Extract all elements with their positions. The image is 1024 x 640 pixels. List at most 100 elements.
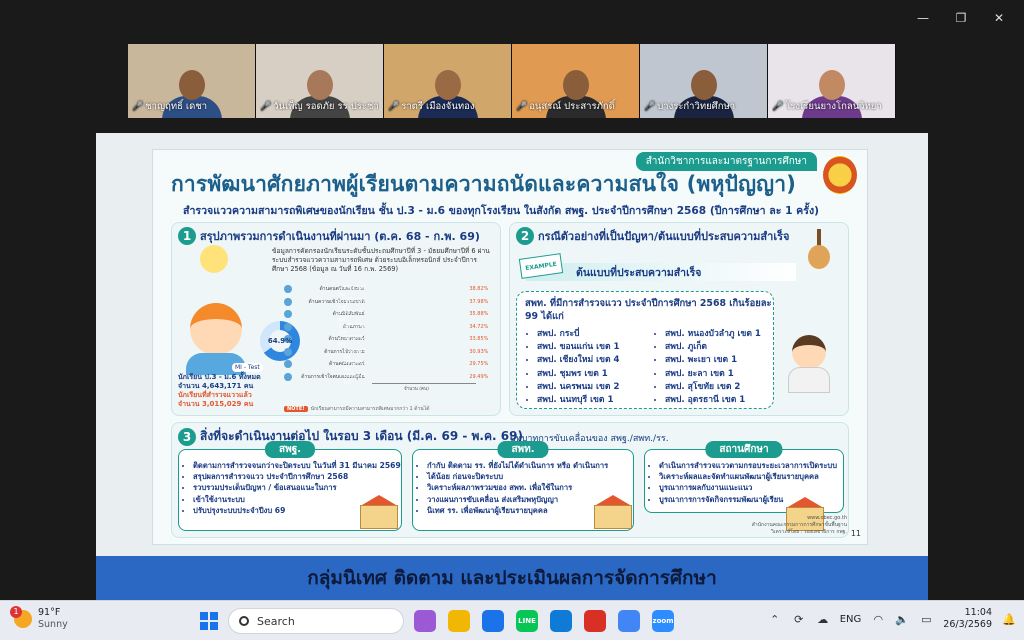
windows-start-icon[interactable]: [200, 612, 218, 630]
bar-percent: 33.85%: [469, 336, 489, 343]
student-illustration-icon: [784, 335, 834, 395]
zoom-icon[interactable]: zoom: [652, 610, 674, 632]
bar-percent: 30.93%: [469, 348, 489, 355]
participant-name: 🎤 โรงเรียนยางโกลนวิทยา: [772, 99, 891, 114]
battery-icon[interactable]: ▭: [919, 613, 933, 626]
search-icon: [239, 616, 249, 626]
intelligence-bar-chart: ด้านดนตรีและจังหวะ 1,170,349 คน 38.82% ด้าน…: [284, 283, 494, 392]
bar-value: 888,998 คน: [343, 372, 366, 386]
column-title: สถานศึกษา: [705, 441, 783, 458]
participant-tile[interactable]: 🎤 ราตรี เมืองจันทอง: [384, 44, 512, 118]
notification-bell-icon[interactable]: 🔔: [1002, 613, 1016, 626]
list-item: กำกับ ติดตาม รร. ที่ยังไม่ได้ดำเนินการ ห…: [427, 460, 608, 471]
bar-row: ด้านคณิตศาสตร์ 896,965 คน 29.75%: [284, 358, 494, 373]
search-box[interactable]: Search: [228, 608, 404, 634]
window-controls: — ❐ ✕: [904, 8, 1018, 28]
bar-row: ด้านมิติสัมพันธ์ 1,081,785 คน 35.88%: [284, 308, 494, 323]
mic-muted-icon: 🎤: [772, 101, 784, 112]
section-description: ข้อมูลการคัดกรองนักเรียนระดับชั้นประถมศึ…: [272, 247, 490, 273]
clock[interactable]: 11:04 26/3/2569: [943, 607, 992, 632]
chevron-up-icon[interactable]: ⌃: [768, 613, 782, 626]
maximize-button[interactable]: ❐: [942, 8, 980, 28]
mi-test-tag: MI - Test: [232, 363, 263, 372]
column-title: สพท.: [497, 441, 549, 458]
acrobat-icon[interactable]: [584, 610, 606, 632]
clock-time: 11:04: [964, 607, 992, 618]
list-item: สพป. สุโขทัย เขต 2: [665, 381, 761, 394]
bar-track: 888,998 คน: [343, 372, 467, 386]
section-title: สรุปภาพรวมการดำเนินงานที่ผ่านมา (ต.ค. 68…: [200, 230, 480, 243]
mic-muted-icon: 🎤: [132, 101, 144, 112]
bar-track: 1,170,349 คน: [338, 284, 467, 298]
list-item: สรุปผลการสำรวจแวว ประจำปีการศึกษา 2568: [193, 471, 401, 482]
surveyed-value: จำนวน 3,015,029 คน: [178, 400, 254, 409]
line-icon[interactable]: LINE: [516, 610, 538, 632]
list-item: สพป. ภูเก็ต: [665, 341, 761, 354]
list-item: สพป. หนองบัวลำภู เขต 1: [665, 328, 761, 341]
obec-emblem-icon: [823, 156, 857, 194]
category-icon: [284, 372, 292, 381]
language-indicator[interactable]: ENG: [840, 614, 862, 625]
weather-widget[interactable]: 1 91°F Sunny: [10, 605, 68, 631]
app-label: LINE: [518, 617, 536, 625]
sync-icon[interactable]: ⟳: [792, 613, 806, 626]
volume-icon[interactable]: 🔈: [895, 613, 909, 626]
participant-name: 🎤วันเพ็ญ รอดภัย รร ประชาส...: [260, 99, 379, 114]
close-button[interactable]: ✕: [980, 8, 1018, 28]
list-item: รวบรวมประเด็นปัญหา / ข้อเสนอแนะในการ: [193, 482, 401, 493]
wifi-icon[interactable]: ◠: [871, 613, 885, 626]
participant-tile[interactable]: 🎤 บางระกำวิทยศึกษา: [640, 44, 768, 118]
page-number: 11: [850, 529, 861, 538]
esa-list: กำกับ ติดตาม รร. ที่ยังไม่ได้ดำเนินการ ห…: [419, 460, 608, 516]
participant-tile[interactable]: 🎤วันเพ็ญ รอดภัย รร ประชาส...: [256, 44, 384, 118]
file-explorer-icon[interactable]: [448, 610, 470, 632]
list-item: สพป. นครพนม เขต 2: [537, 381, 620, 394]
list-item: บูรณาการผลกับงานแนะแนว: [659, 482, 837, 493]
bar-percent: 38.82%: [469, 286, 489, 293]
bar-track: 896,965 คน: [343, 359, 467, 373]
section-next-steps: 3 สิ่งที่จะดำเนินงานต่อไป ในรอบ 3 เดือน …: [171, 422, 849, 538]
list-item: สพป. อุดรธานี เขต 1: [665, 394, 761, 407]
poster-subtitle: สำรวจแววความสามารถพิเศษของนักเรียน ชั้น …: [183, 205, 819, 217]
section-1-header: 1 สรุปภาพรวมการดำเนินงานที่ผ่านมา (ต.ค. …: [178, 227, 480, 245]
participant-name: 🎤 บางระกำวิทยศึกษา: [644, 99, 763, 114]
bar-track: 1,081,785 คน: [338, 309, 467, 323]
weather-temp: 91°F: [38, 607, 61, 618]
success-list-right: สพป. หนองบัวลำภู เขต 1สพป. ภูเก็ตสพป. พะ…: [655, 328, 761, 407]
participant-name-text: อนุสรณ์ ประสารภักดิ์: [529, 101, 615, 112]
success-list-box: สพท. ที่มีการสำรวจแวว ประจำปีการศึกษา 25…: [516, 291, 774, 409]
participant-name: 🎤 อนุสรณ์ ประสารภักดิ์: [516, 99, 635, 114]
survey-donut: 64.9%: [260, 321, 300, 361]
taskbar: 1 91°F Sunny Search LINE zoom ⌃ ⟳ ☁ ENG ◠…: [0, 600, 1024, 640]
surveyed-label: นักเรียนที่สำรวจแววแล้ว: [178, 391, 252, 400]
copilot-icon[interactable]: [414, 610, 436, 632]
search-label: Search: [257, 614, 295, 628]
section-summary: 1 สรุปภาพรวมการดำเนินงานที่ผ่านมา (ต.ค. …: [171, 222, 501, 416]
sun-icon: 1: [10, 605, 32, 628]
bar-row: ด้านความเข้าใจธรรมชาติ 1,145,176 คน 37.98%: [284, 296, 494, 311]
participant-tile[interactable]: 🎤 อนุสรณ์ ประสารภักดิ์: [512, 44, 640, 118]
taskbar-apps: Search LINE zoom: [200, 608, 674, 634]
list-item: นิเทศ รร. เพื่อพัฒนาผู้เรียนรายบุคคล: [427, 505, 608, 516]
participant-tile[interactable]: 🎤 ชาญฤทธิ์ เดชา: [128, 44, 256, 118]
bar-row: ด้านวิทยาศาสตร์ 1,020,597 คน 33.85%: [284, 333, 494, 348]
edge-icon[interactable]: [550, 610, 572, 632]
bar-track: 1,046,794 คน: [338, 322, 467, 336]
cloud-icon[interactable]: ☁: [816, 613, 830, 626]
list-item: สพป. ยะลา เขต 1: [665, 368, 761, 381]
chrome-icon[interactable]: [618, 610, 640, 632]
minimize-button[interactable]: —: [904, 8, 942, 28]
store-icon[interactable]: [482, 610, 504, 632]
student-illustration-icon: [176, 263, 262, 375]
mic-muted-icon: 🎤: [388, 101, 400, 112]
student-stats: นักเรียน ป.3 - ม.6 ทั้งหมด จำนวน 4,643,1…: [178, 373, 278, 409]
participant-tile[interactable]: 🎤 โรงเรียนยางโกลนวิทยา: [768, 44, 896, 118]
success-list-left: สพป. กระบี่สพป. ขอนแก่น เขต 1สพป. เชียงใ…: [527, 328, 620, 407]
list-item: วิเคราะห์ผลและจัดทำแผนพัฒนาผู้เรียนรายบุ…: [659, 471, 837, 482]
bar-row: ด้านการเข้าใจตนเองและผู้อื่น 888,998 คน 29…: [284, 371, 494, 386]
section-number: 3: [178, 427, 196, 446]
section-case-study: 2 กรณีตัวอย่างที่เป็นปัญหา/ต้นแบบที่ประส…: [509, 222, 849, 416]
list-item: สพป. พะเยา เขต 1: [665, 354, 761, 367]
poster: สำนักวิชาการและมาตรฐานการศึกษา การพัฒนาศ…: [152, 149, 868, 545]
bar-percent: 29.75%: [469, 361, 489, 368]
